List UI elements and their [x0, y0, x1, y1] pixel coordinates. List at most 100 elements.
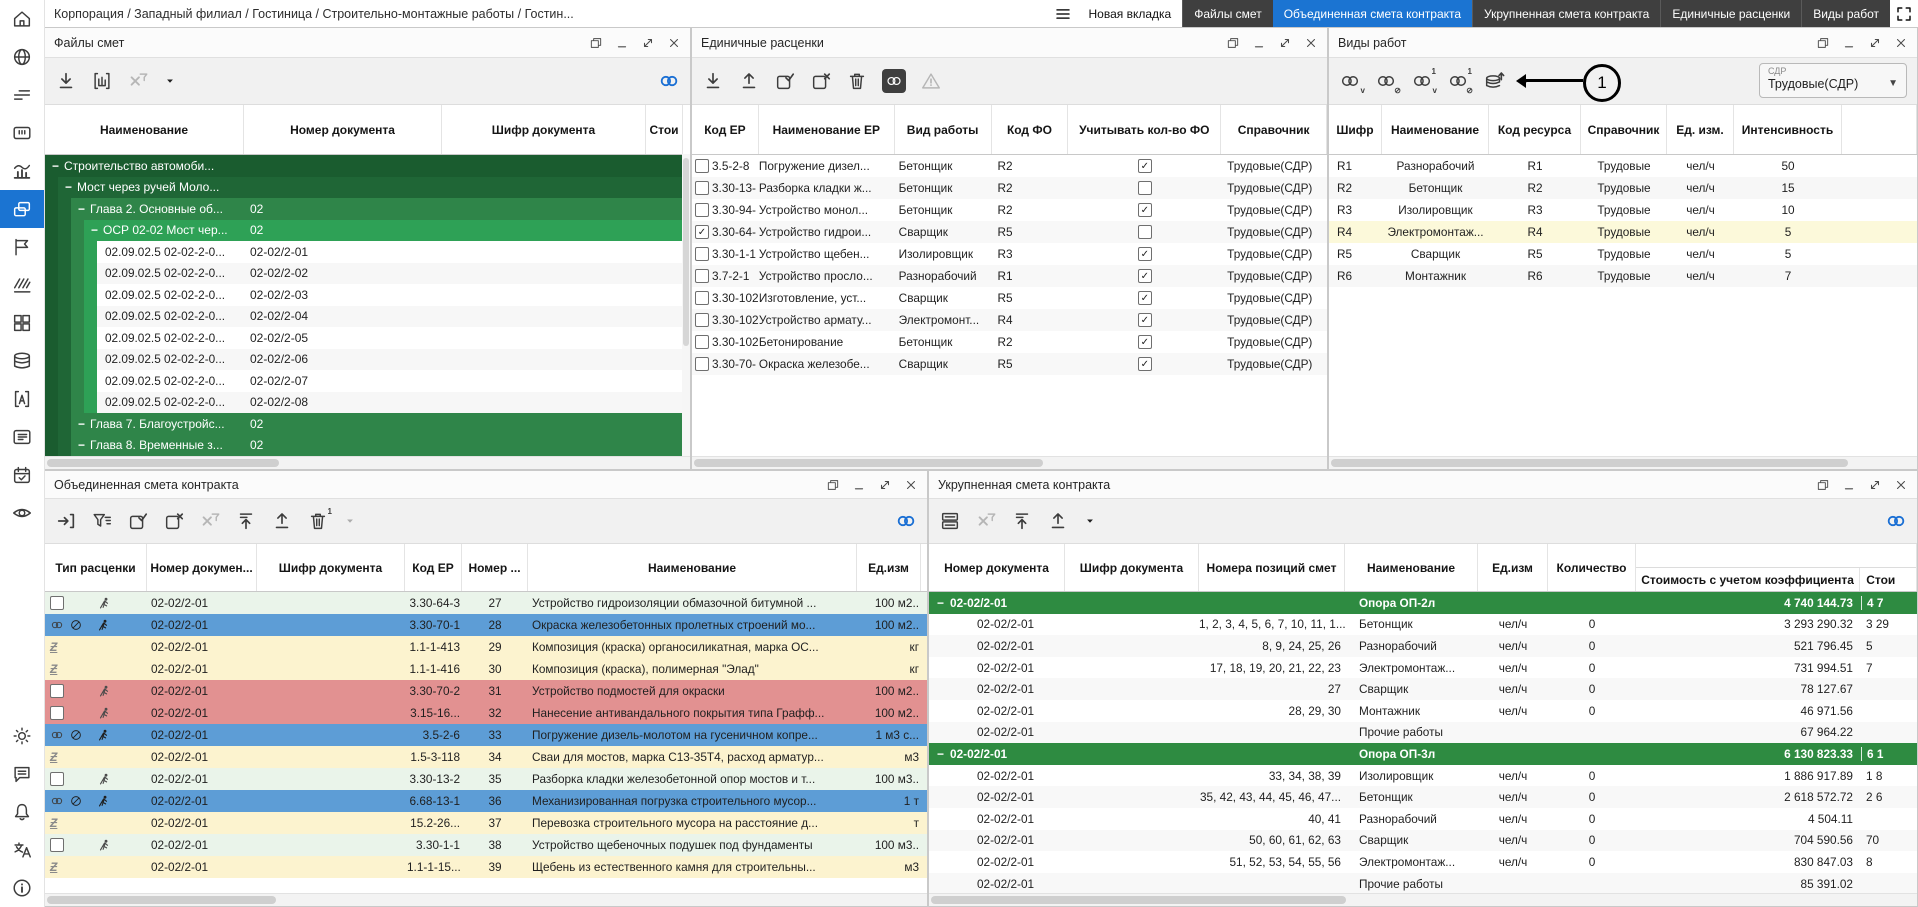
window-restore-button[interactable] [1816, 36, 1830, 50]
row-checkbox[interactable] [695, 335, 709, 349]
horizontal-scrollbar[interactable] [45, 893, 927, 906]
filter-list-button[interactable] [91, 510, 113, 532]
work-type-row[interactable]: R4Электромонтаж...R4Трудовыечел/ч5 [1329, 221, 1917, 243]
column-header[interactable]: Ед.изм [857, 544, 921, 591]
link-active-button[interactable] [882, 69, 906, 93]
column-header[interactable]: Шифр документа [257, 544, 405, 591]
horizontal-scrollbar[interactable] [929, 893, 1917, 906]
row-checkbox[interactable] [695, 269, 709, 283]
qty-checkbox[interactable]: ✓ [1138, 357, 1152, 371]
tab-единичные[interactable]: Единичные расценки [1660, 0, 1801, 27]
column-header[interactable]: Наименование [528, 544, 857, 591]
tree-row[interactable]: 02−Глава 7. Благоустройс... [45, 413, 690, 435]
delete-link-button[interactable]: 1 [307, 510, 329, 532]
links-count-button[interactable] [1885, 510, 1907, 532]
sidebar-item-database[interactable] [0, 342, 44, 380]
column-header[interactable]: Шифр [1329, 105, 1382, 154]
window-restore-button[interactable] [826, 478, 840, 492]
column-header[interactable]: Интенсивность [1734, 105, 1842, 154]
column-header[interactable]: Тип расценки [45, 544, 147, 591]
aggregated-row[interactable]: 02-02/2-0128, 29, 30Монтажникчел/ч046 97… [929, 700, 1917, 722]
tree-row[interactable]: −Строительство автомоби... [45, 155, 690, 177]
uncheck-items-button[interactable] [810, 70, 832, 92]
link1-check-button[interactable]: 1v [1411, 70, 1433, 92]
aggregated-row[interactable]: 02-02/2-0117, 18, 19, 20, 21, 22, 23Элек… [929, 657, 1917, 679]
work-type-row[interactable]: R1РазнорабочийR1Трудовыечел/ч50 [1329, 155, 1917, 177]
tab-new[interactable]: Новая вкладка [1078, 0, 1183, 27]
qty-checkbox[interactable]: ✓ [1138, 203, 1152, 217]
sidebar-item-eye[interactable] [0, 494, 44, 532]
column-header[interactable]: Стоимость с учетом коэффициента [1636, 568, 1860, 591]
upload-button[interactable] [271, 510, 293, 532]
window-minimize-button[interactable] [615, 36, 629, 50]
db-upload-button[interactable] [1483, 70, 1505, 92]
horizontal-scrollbar[interactable] [1329, 456, 1917, 469]
sidebar-item-windows[interactable] [0, 190, 44, 228]
row-checkbox[interactable] [50, 772, 64, 786]
sidebar-item-list[interactable] [0, 418, 44, 456]
column-header[interactable]: Справочник [1581, 105, 1667, 154]
sidebar-item-bell[interactable] [0, 793, 44, 831]
goto-button[interactable] [55, 510, 77, 532]
tab-объединенная[interactable]: Объединенная смета контракта [1273, 0, 1472, 27]
check-items-button[interactable] [127, 510, 149, 532]
window-close-button[interactable] [667, 36, 681, 50]
aggregated-row[interactable]: 02-02/2-01Прочие работы67 964.22 [929, 722, 1917, 744]
column-header[interactable]: Стои [1860, 568, 1916, 591]
row-checkbox[interactable] [50, 838, 64, 852]
sidebar-item-card[interactable] [0, 114, 44, 152]
tree-expander[interactable]: − [78, 438, 85, 452]
window-maximize-button[interactable] [1278, 36, 1292, 50]
combined-row[interactable]: Ƶ02-02/2-011.5-3-11834Сваи для мостов, м… [45, 746, 927, 768]
tabs-menu-button[interactable] [1048, 0, 1078, 27]
combined-row[interactable]: 02-02/2-016.68-13-136Механизированная по… [45, 790, 927, 812]
sidebar-item-chat[interactable] [0, 755, 44, 793]
links-count-button[interactable] [658, 70, 680, 92]
unit-rate-row[interactable]: 3.30-102Устройство армату...Электромонт.… [692, 309, 1327, 331]
tree-expander[interactable]: − [78, 417, 85, 431]
dropdown-caret-button[interactable] [163, 74, 177, 88]
row-checkbox[interactable] [695, 181, 709, 195]
aggregated-row[interactable]: 02-02/2-018, 9, 24, 25, 26Разнорабочийче… [929, 635, 1917, 657]
column-header[interactable]: Вид работы [895, 105, 992, 154]
tree-row[interactable]: 02-02/2-0202.09.02.5 02-02-2-0... [45, 263, 690, 285]
unit-rate-row[interactable]: 3.30-13-Разборка кладки ж...БетонщикR2Тр… [692, 177, 1327, 199]
collapse-button[interactable] [1011, 510, 1033, 532]
download-button[interactable] [55, 70, 77, 92]
combined-row[interactable]: Ƶ02-02/2-0115.2-26...37Перевозка строите… [45, 812, 927, 834]
column-header[interactable]: Код ЕР [405, 544, 462, 591]
work-type-row[interactable]: R2БетонщикR2Трудовыечел/ч15 [1329, 177, 1917, 199]
delete-button[interactable] [846, 70, 868, 92]
unit-rate-row[interactable]: 3.30-1-1Устройство щебен...ИзолировщикR3… [692, 243, 1327, 265]
tree-expander[interactable]: − [52, 159, 59, 173]
aggregated-row[interactable]: 02-02/2-0127Сварщикчел/ч078 127.67 [929, 678, 1917, 700]
tree-expander[interactable]: − [78, 202, 85, 216]
column-header[interactable]: Шифр документа [1065, 544, 1199, 591]
tab-файлы[interactable]: Файлы смет [1182, 0, 1272, 27]
estimate-file-button[interactable] [91, 70, 113, 92]
unit-rate-row[interactable]: 3.30-94-Устройство монол...БетонщикR2✓Тр… [692, 199, 1327, 221]
qty-checkbox[interactable] [1138, 181, 1152, 195]
link1-off-button[interactable]: 1⊘ [1447, 70, 1469, 92]
column-header[interactable]: Номер докумен... [147, 544, 257, 591]
check-items-button[interactable] [774, 70, 796, 92]
work-type-row[interactable]: R3ИзолировщикR3Трудовыечел/ч10 [1329, 199, 1917, 221]
unit-rate-row[interactable]: 3.30-102Изготовление, уст...СварщикR5✓Тр… [692, 287, 1327, 309]
tree-row[interactable]: 02-02/2-0502.09.02.5 02-02-2-0... [45, 327, 690, 349]
column-header[interactable]: Код ресурса [1489, 105, 1581, 154]
column-header[interactable]: Номер документа [244, 105, 442, 154]
qty-checkbox[interactable]: ✓ [1138, 313, 1152, 327]
window-close-button[interactable] [1304, 36, 1318, 50]
qty-checkbox[interactable]: ✓ [1138, 159, 1152, 173]
reference-dropdown[interactable]: СДР Трудовые(СДР)▼ [1759, 63, 1907, 98]
sidebar-item-grid[interactable] [0, 304, 44, 342]
aggregated-row[interactable]: 02-02/2-0150, 60, 61, 62, 63Сварщикчел/ч… [929, 830, 1917, 852]
horizontal-scrollbar[interactable] [45, 456, 690, 469]
window-minimize-button[interactable] [852, 478, 866, 492]
row-checkbox[interactable] [695, 159, 709, 173]
tree-expander[interactable]: − [65, 180, 72, 194]
column-header[interactable]: Шифр документа [442, 105, 646, 154]
collapse-button[interactable] [235, 510, 257, 532]
column-header[interactable]: Наименование [1382, 105, 1489, 154]
row-checkbox[interactable]: ✓ [695, 225, 709, 239]
